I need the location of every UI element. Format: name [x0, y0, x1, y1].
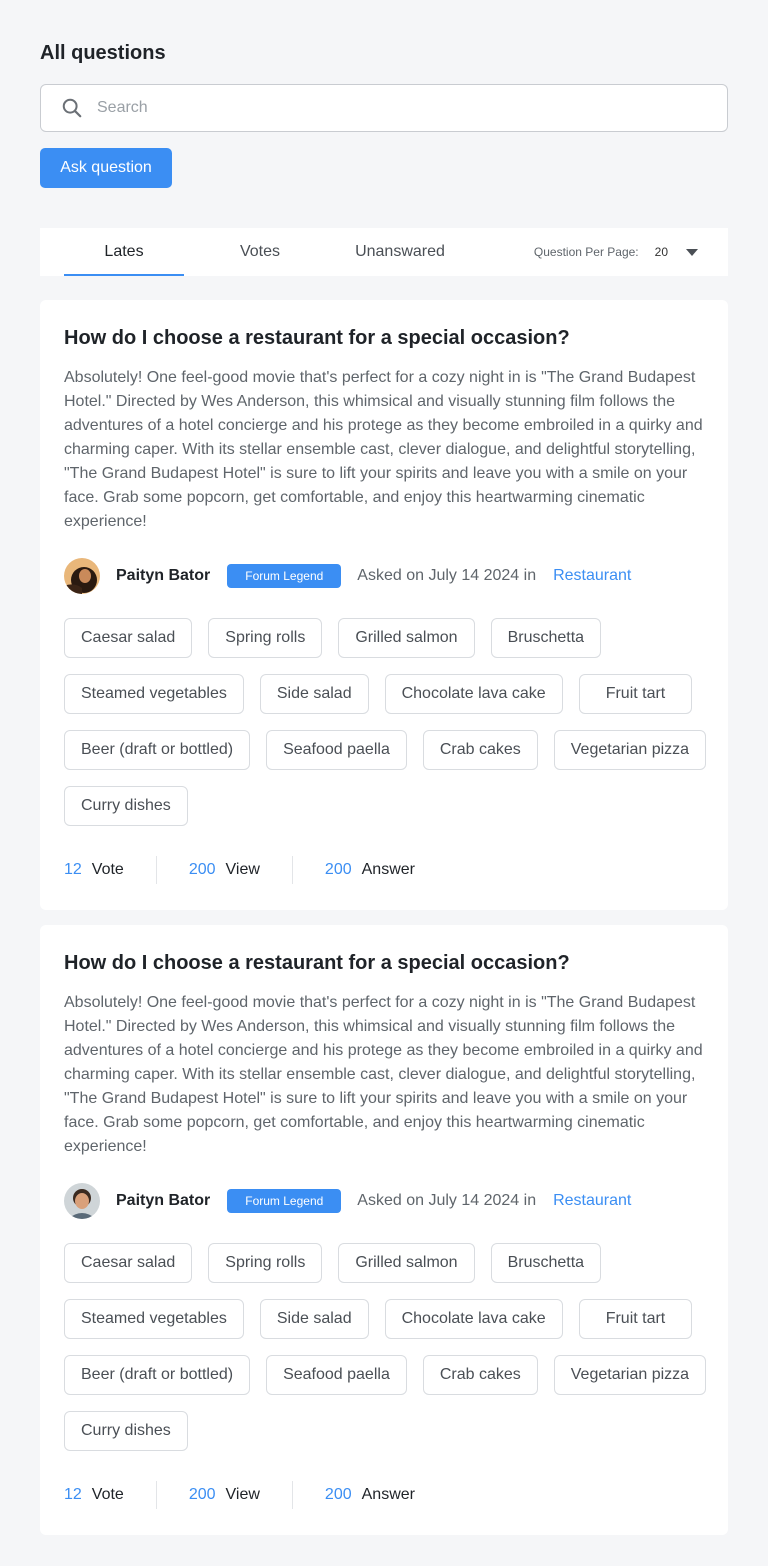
category-link[interactable]: Restaurant	[553, 1192, 631, 1210]
tag[interactable]: Steamed vegetables	[64, 1299, 244, 1339]
tag[interactable]: Curry dishes	[64, 786, 188, 826]
tag[interactable]: Grilled salmon	[338, 618, 475, 658]
vote-count[interactable]: 12 Vote	[64, 861, 124, 879]
tabs-bar: Lates Votes Unanswared Question Per Page…	[40, 228, 728, 276]
tag[interactable]: Bruschetta	[490, 618, 602, 658]
author-name[interactable]: Paityn Bator	[116, 567, 210, 585]
tag-list: Caesar salad Spring rolls Grilled salmon…	[64, 618, 714, 826]
tag[interactable]: Vegetarian pizza	[553, 730, 707, 770]
tab-votes[interactable]: Votes	[200, 228, 320, 276]
tag[interactable]: Bruschetta	[490, 1243, 602, 1283]
question-card: How do I choose a restaurant for a speci…	[40, 300, 728, 910]
tag[interactable]: Vegetarian pizza	[553, 1355, 707, 1395]
tag[interactable]: Spring rolls	[208, 618, 323, 658]
tag[interactable]: Curry dishes	[64, 1411, 188, 1451]
asked-date: Asked on July 14 2024 in	[357, 567, 537, 584]
per-page-value: 20	[654, 245, 668, 259]
question-title[interactable]: How do I choose a restaurant for a speci…	[64, 949, 704, 977]
search-box[interactable]	[40, 84, 728, 132]
stat-divider	[155, 856, 157, 884]
tag[interactable]: Beer (draft or bottled)	[64, 730, 251, 770]
tag[interactable]: Caesar salad	[64, 618, 193, 658]
asked-date: Asked on July 14 2024 in	[357, 1192, 537, 1209]
question-stats: 12 Vote 200 View 200 Answer	[64, 842, 704, 898]
tag[interactable]: Grilled salmon	[338, 1243, 475, 1283]
ask-question-button[interactable]: Ask question	[40, 148, 172, 188]
tag[interactable]: Beer (draft or bottled)	[64, 1355, 251, 1395]
tag[interactable]: Crab cakes	[422, 1355, 538, 1395]
author-name[interactable]: Paityn Bator	[116, 1192, 210, 1210]
tag[interactable]: Seafood paella	[266, 1355, 407, 1395]
stat-divider	[155, 1481, 157, 1509]
stat-divider	[291, 856, 293, 884]
view-count: 200 View	[188, 1486, 260, 1503]
question-meta: Paityn Bator Forum Legend Asked on July …	[64, 1183, 704, 1219]
tag[interactable]: Fruit tart	[578, 1299, 693, 1339]
tab-lates[interactable]: Lates	[64, 228, 184, 276]
view-count: 200 View	[188, 861, 260, 878]
search-input[interactable]	[97, 99, 697, 117]
tag[interactable]: Spring rolls	[208, 1243, 323, 1283]
avatar[interactable]	[64, 1183, 100, 1219]
tag[interactable]: Chocolate lava cake	[384, 1299, 563, 1339]
tag[interactable]: Crab cakes	[422, 730, 538, 770]
tag[interactable]: Seafood paella	[266, 730, 407, 770]
tab-unanswared[interactable]: Unanswared	[336, 228, 464, 276]
search-icon	[62, 98, 82, 118]
category-link[interactable]: Restaurant	[553, 567, 631, 585]
answer-count[interactable]: 200 Answer	[325, 1486, 415, 1504]
question-body: Absolutely! One feel-good movie that's p…	[64, 994, 703, 1155]
per-page-label: Question Per Page:	[533, 245, 639, 259]
per-page-selector[interactable]: Question Per Page: 20	[534, 228, 698, 276]
page-title: All questions	[40, 42, 166, 64]
status-badge: Forum Legend	[227, 1189, 342, 1213]
question-card: How do I choose a restaurant for a speci…	[40, 925, 728, 1535]
tag-list: Caesar salad Spring rolls Grilled salmon…	[64, 1243, 714, 1451]
tag[interactable]: Side salad	[259, 674, 369, 714]
status-badge: Forum Legend	[227, 564, 342, 588]
question-stats: 12 Vote 200 View 200 Answer	[64, 1467, 704, 1523]
question-body: Absolutely! One feel-good movie that's p…	[64, 369, 703, 530]
tag[interactable]: Chocolate lava cake	[384, 674, 563, 714]
stat-divider	[291, 1481, 293, 1509]
question-meta: Paityn Bator Forum Legend Asked on July …	[64, 558, 704, 594]
caret-down-icon	[686, 248, 698, 256]
avatar[interactable]	[64, 558, 100, 594]
question-title[interactable]: How do I choose a restaurant for a speci…	[64, 324, 704, 352]
vote-count[interactable]: 12 Vote	[64, 1486, 124, 1504]
tag[interactable]: Caesar salad	[64, 1243, 193, 1283]
tag[interactable]: Fruit tart	[578, 674, 693, 714]
answer-count[interactable]: 200 Answer	[325, 861, 415, 879]
tag[interactable]: Steamed vegetables	[64, 674, 244, 714]
tag[interactable]: Side salad	[259, 1299, 369, 1339]
